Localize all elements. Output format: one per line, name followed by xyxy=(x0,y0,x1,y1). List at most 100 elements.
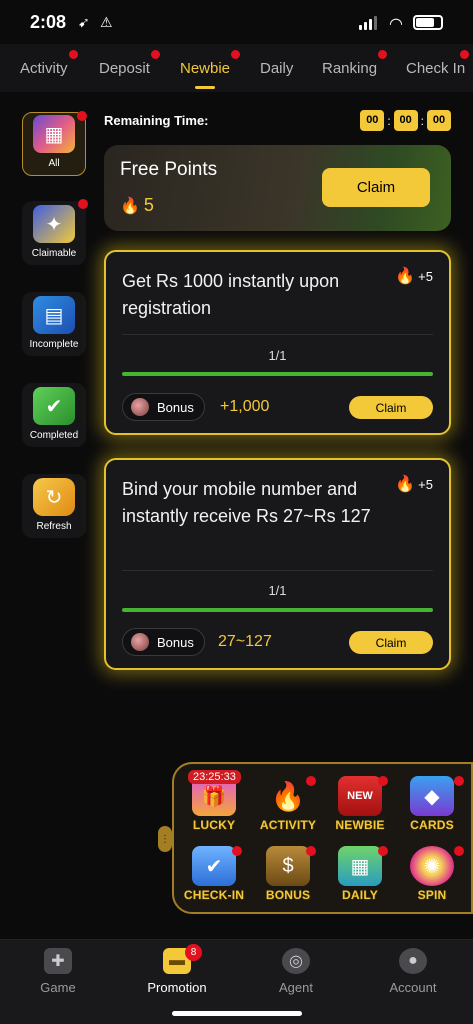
task-title: Bind your mobile number and instantly re… xyxy=(122,479,371,526)
fire-icon: 🔥 xyxy=(120,197,140,215)
progress-fill xyxy=(122,608,433,612)
task-points-value: +5 xyxy=(418,268,433,284)
task-points: 🔥 +5 xyxy=(395,474,433,494)
game-spin[interactable]: ✺ SPIN xyxy=(400,846,464,910)
tab-daily[interactable]: Daily xyxy=(260,60,293,77)
notification-dot xyxy=(378,49,388,59)
task-points: 🔥 +5 xyxy=(395,266,433,286)
sidebar-item-all[interactable]: ▦ All xyxy=(22,111,87,176)
recycle-icon: ⚠ xyxy=(100,14,113,30)
tab-label: Daily xyxy=(260,59,294,77)
game-label: NEWBIE xyxy=(335,818,385,832)
notification-dot xyxy=(378,776,388,786)
sidebar-item-refresh[interactable]: ↻ Refresh xyxy=(22,474,86,538)
timer-minutes: 00 xyxy=(393,110,418,131)
bonus-pill: Bonus xyxy=(122,628,205,656)
gamepad-icon: ✚ xyxy=(44,948,72,974)
promotion-badge: 8 xyxy=(185,944,202,961)
nav-label: Account xyxy=(389,980,437,995)
status-bar: 2:08 ➹ ⚠ ◠ xyxy=(0,0,473,44)
game-activity[interactable]: 🔥 ACTIVITY xyxy=(256,776,320,840)
game-cards[interactable]: ◆ CARDS xyxy=(400,776,464,840)
bonus-amount: 27~127 xyxy=(218,633,272,650)
nav-label: Agent xyxy=(279,980,313,995)
remaining-time-label: Remaining Time: xyxy=(104,113,209,128)
sidebar-item-incomplete[interactable]: ▤ Incomplete xyxy=(22,292,86,356)
tab-label: Newbie xyxy=(180,59,231,77)
coin-stack-icon: ◎ xyxy=(282,948,310,974)
refresh-icon: ↻ xyxy=(33,478,75,516)
money-bag-icon: $ xyxy=(266,846,310,886)
notification-dot xyxy=(231,49,241,59)
fire-icon: 🔥 xyxy=(395,476,416,493)
progress-bar xyxy=(122,608,433,612)
bottom-nav: ✚ Game ▬ 8 Promotion ◎ Agent ● Account xyxy=(0,939,473,1024)
timer-seconds: 00 xyxy=(427,110,451,131)
gift-stack-icon: ✦ xyxy=(33,205,75,243)
cards-icon: ▤ xyxy=(33,296,75,334)
game-label: DAILY xyxy=(342,888,378,902)
divider xyxy=(122,334,433,335)
notification-dot xyxy=(306,846,316,856)
timer-separator: : xyxy=(420,113,424,128)
tab-label: Check In xyxy=(406,59,466,77)
sidebar-item-claimable[interactable]: ✦ Claimable xyxy=(22,199,88,265)
progress-text: 1/1 xyxy=(268,348,287,363)
game-daily[interactable]: ▦ DAILY xyxy=(328,846,392,910)
notification-dot xyxy=(77,111,87,121)
sidebar-item-label: All xyxy=(48,158,60,169)
tab-check-in[interactable]: Check In xyxy=(406,49,470,77)
tab-ranking[interactable]: Ranking xyxy=(322,49,388,77)
bonus-label: Bonus xyxy=(157,399,194,415)
tab-activity[interactable]: Activity xyxy=(20,49,78,77)
home-indicator xyxy=(172,1011,302,1016)
game-label: LUCKY xyxy=(192,818,236,832)
nav-account[interactable]: ● Account xyxy=(373,948,453,995)
diamond-card-icon: ◆ xyxy=(410,776,454,816)
games-panel: ⋮ 🎁 LUCKY 🔥 ACTIVITY NEW NEWBIE ◆ CARDS … xyxy=(158,762,473,914)
progress-fill xyxy=(122,372,433,376)
new-gift-icon: NEW xyxy=(338,776,382,816)
task-points-value: +5 xyxy=(418,476,433,492)
game-bonus[interactable]: $ BONUS xyxy=(256,846,320,910)
nav-agent[interactable]: ◎ Agent xyxy=(256,948,336,995)
category-tabs: Activity Deposit Newbie Daily Ranking Ch… xyxy=(0,44,473,92)
tab-newbie[interactable]: Newbie xyxy=(180,49,241,89)
task-claim-button[interactable]: Claim xyxy=(349,396,433,419)
countdown-timer: 00 : 00 : 00 xyxy=(360,110,451,131)
bonus-icon xyxy=(131,398,149,416)
sidebar-item-label: Completed xyxy=(29,430,79,441)
tab-deposit[interactable]: Deposit xyxy=(99,49,160,77)
game-check-in[interactable]: ✔ CHECK-IN xyxy=(182,846,246,910)
progress-bar xyxy=(122,372,433,376)
calendar-icon: ✔ xyxy=(192,846,236,886)
free-points-title: Free Points xyxy=(120,159,218,180)
game-newbie[interactable]: NEW NEWBIE xyxy=(328,776,392,840)
tab-label: Activity xyxy=(20,59,68,77)
free-points-claim-button[interactable]: Claim xyxy=(322,168,430,207)
sidebar-item-completed[interactable]: ✔ Completed xyxy=(22,383,86,447)
nav-label: Game xyxy=(40,980,76,995)
bonus-pill: Bonus xyxy=(122,393,205,421)
bonus-label: Bonus xyxy=(157,634,194,650)
timer-separator: : xyxy=(387,113,391,128)
panel-handle[interactable]: ⋮ xyxy=(158,826,172,852)
nav-promotion[interactable]: ▬ 8 Promotion xyxy=(137,944,217,995)
lucky-countdown: 23:25:33 xyxy=(188,770,241,784)
bonus-icon xyxy=(131,633,149,651)
status-time: 2:08 xyxy=(30,12,67,32)
task-claim-button[interactable]: Claim xyxy=(349,631,433,654)
game-lucky[interactable]: 🎁 LUCKY xyxy=(182,776,246,840)
battery-icon xyxy=(413,15,443,30)
fire-icon: 🔥 xyxy=(395,268,416,285)
task-card-registration: Get Rs 1000 instantly upon registration … xyxy=(104,250,451,435)
cube-icon: ▦ xyxy=(33,115,75,153)
daily-calendar-icon: ▦ xyxy=(338,846,382,886)
game-label: SPIN xyxy=(417,888,447,902)
tab-label: Deposit xyxy=(99,59,150,77)
game-label: CHECK-IN xyxy=(183,888,245,902)
nav-label: Promotion xyxy=(147,980,207,995)
nav-game[interactable]: ✚ Game xyxy=(18,948,98,995)
tab-label: Ranking xyxy=(322,59,378,77)
timer-hours: 00 xyxy=(360,110,385,131)
